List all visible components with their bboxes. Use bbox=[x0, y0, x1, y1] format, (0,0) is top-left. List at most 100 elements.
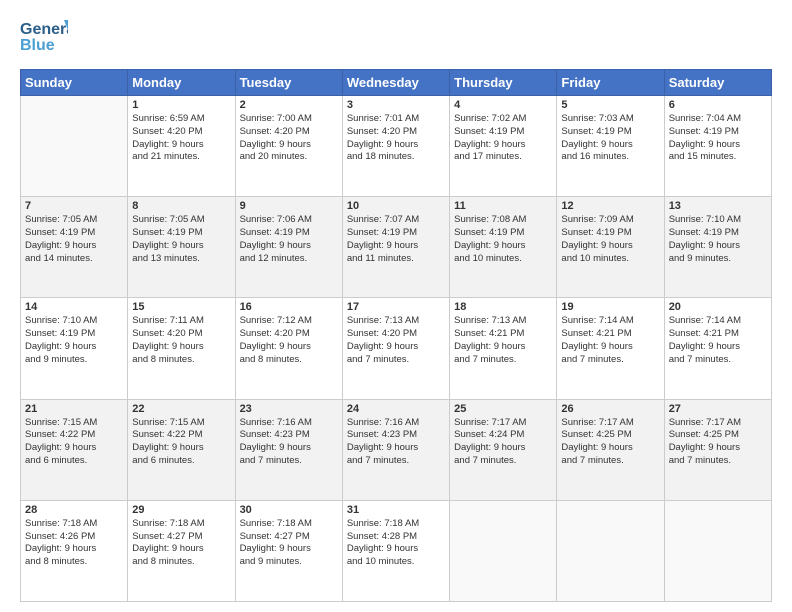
calendar-cell: 6 Sunrise: 7:04 AM Sunset: 4:19 PM Daylig… bbox=[664, 96, 771, 197]
day-number: 29 bbox=[132, 504, 230, 516]
cell-content: Sunrise: 7:10 AM Sunset: 4:19 PM Dayligh… bbox=[669, 214, 767, 265]
day-number: 27 bbox=[669, 403, 767, 415]
calendar-cell: 8 Sunrise: 7:05 AM Sunset: 4:19 PM Daylig… bbox=[128, 197, 235, 298]
cell-content: Sunrise: 7:05 AM Sunset: 4:19 PM Dayligh… bbox=[25, 214, 123, 265]
page: General Blue SundayMondayTuesdayWednesda… bbox=[0, 0, 792, 612]
calendar-cell: 12 Sunrise: 7:09 AM Sunset: 4:19 PM Dayli… bbox=[557, 197, 664, 298]
day-number: 6 bbox=[669, 99, 767, 111]
col-header-thursday: Thursday bbox=[450, 70, 557, 96]
cell-content: Sunrise: 7:01 AM Sunset: 4:20 PM Dayligh… bbox=[347, 113, 445, 164]
calendar-cell: 3 Sunrise: 7:01 AM Sunset: 4:20 PM Daylig… bbox=[342, 96, 449, 197]
svg-text:General: General bbox=[20, 21, 68, 38]
cell-content: Sunrise: 7:13 AM Sunset: 4:21 PM Dayligh… bbox=[454, 315, 552, 366]
cell-content: Sunrise: 7:18 AM Sunset: 4:27 PM Dayligh… bbox=[132, 518, 230, 569]
day-number: 18 bbox=[454, 301, 552, 313]
calendar-cell: 11 Sunrise: 7:08 AM Sunset: 4:19 PM Dayli… bbox=[450, 197, 557, 298]
cell-content: Sunrise: 6:59 AM Sunset: 4:20 PM Dayligh… bbox=[132, 113, 230, 164]
cell-content: Sunrise: 7:14 AM Sunset: 4:21 PM Dayligh… bbox=[669, 315, 767, 366]
header: General Blue bbox=[20, 16, 772, 61]
day-number: 10 bbox=[347, 200, 445, 212]
calendar-cell bbox=[664, 500, 771, 601]
cell-content: Sunrise: 7:15 AM Sunset: 4:22 PM Dayligh… bbox=[25, 417, 123, 468]
calendar-cell: 20 Sunrise: 7:14 AM Sunset: 4:21 PM Dayli… bbox=[664, 298, 771, 399]
day-number: 31 bbox=[347, 504, 445, 516]
cell-content: Sunrise: 7:08 AM Sunset: 4:19 PM Dayligh… bbox=[454, 214, 552, 265]
calendar-cell: 19 Sunrise: 7:14 AM Sunset: 4:21 PM Dayli… bbox=[557, 298, 664, 399]
calendar-cell: 18 Sunrise: 7:13 AM Sunset: 4:21 PM Dayli… bbox=[450, 298, 557, 399]
calendar-cell: 29 Sunrise: 7:18 AM Sunset: 4:27 PM Dayli… bbox=[128, 500, 235, 601]
day-number: 22 bbox=[132, 403, 230, 415]
calendar-cell: 5Sunrise: 7:03 AM Sunset: 4:19 PM Daylig… bbox=[557, 96, 664, 197]
calendar-cell: 30 Sunrise: 7:18 AM Sunset: 4:27 PM Dayli… bbox=[235, 500, 342, 601]
col-header-saturday: Saturday bbox=[664, 70, 771, 96]
cell-content: Sunrise: 7:02 AM Sunset: 4:19 PM Dayligh… bbox=[454, 113, 552, 164]
cell-content: Sunrise: 7:18 AM Sunset: 4:28 PM Dayligh… bbox=[347, 518, 445, 569]
cell-content: Sunrise: 7:17 AM Sunset: 4:25 PM Dayligh… bbox=[561, 417, 659, 468]
calendar-week-0: 1 Sunrise: 6:59 AM Sunset: 4:20 PM Daylig… bbox=[21, 96, 772, 197]
cell-content: Sunrise: 7:11 AM Sunset: 4:20 PM Dayligh… bbox=[132, 315, 230, 366]
day-number: 30 bbox=[240, 504, 338, 516]
cell-content: Sunrise: 7:07 AM Sunset: 4:19 PM Dayligh… bbox=[347, 214, 445, 265]
calendar-week-1: 7 Sunrise: 7:05 AM Sunset: 4:19 PM Daylig… bbox=[21, 197, 772, 298]
cell-content: Sunrise: 7:15 AM Sunset: 4:22 PM Dayligh… bbox=[132, 417, 230, 468]
calendar-week-3: 21Sunrise: 7:15 AM Sunset: 4:22 PM Dayli… bbox=[21, 399, 772, 500]
day-number: 1 bbox=[132, 99, 230, 111]
calendar-cell: 17Sunrise: 7:13 AM Sunset: 4:20 PM Dayli… bbox=[342, 298, 449, 399]
day-number: 20 bbox=[669, 301, 767, 313]
day-number: 15 bbox=[132, 301, 230, 313]
cell-content: Sunrise: 7:16 AM Sunset: 4:23 PM Dayligh… bbox=[347, 417, 445, 468]
day-number: 13 bbox=[669, 200, 767, 212]
day-number: 8 bbox=[132, 200, 230, 212]
calendar-cell: 22 Sunrise: 7:15 AM Sunset: 4:22 PM Dayli… bbox=[128, 399, 235, 500]
calendar-cell bbox=[21, 96, 128, 197]
calendar-cell: 1 Sunrise: 6:59 AM Sunset: 4:20 PM Daylig… bbox=[128, 96, 235, 197]
calendar-cell: 10 Sunrise: 7:07 AM Sunset: 4:19 PM Dayli… bbox=[342, 197, 449, 298]
cell-content: Sunrise: 7:13 AM Sunset: 4:20 PM Dayligh… bbox=[347, 315, 445, 366]
cell-content: Sunrise: 7:05 AM Sunset: 4:19 PM Dayligh… bbox=[132, 214, 230, 265]
day-number: 19 bbox=[561, 301, 659, 313]
calendar-cell: 26 Sunrise: 7:17 AM Sunset: 4:25 PM Dayli… bbox=[557, 399, 664, 500]
cell-content: Sunrise: 7:16 AM Sunset: 4:23 PM Dayligh… bbox=[240, 417, 338, 468]
cell-content: Sunrise: 7:18 AM Sunset: 4:26 PM Dayligh… bbox=[25, 518, 123, 569]
calendar-week-4: 28 Sunrise: 7:18 AM Sunset: 4:26 PM Dayli… bbox=[21, 500, 772, 601]
cell-content: Sunrise: 7:09 AM Sunset: 4:19 PM Dayligh… bbox=[561, 214, 659, 265]
logo-icon: General Blue bbox=[20, 16, 68, 56]
cell-content: Sunrise: 7:00 AM Sunset: 4:20 PM Dayligh… bbox=[240, 113, 338, 164]
calendar-cell: 4 Sunrise: 7:02 AM Sunset: 4:19 PM Daylig… bbox=[450, 96, 557, 197]
col-header-friday: Friday bbox=[557, 70, 664, 96]
calendar: SundayMondayTuesdayWednesdayThursdayFrid… bbox=[20, 69, 772, 602]
col-header-wednesday: Wednesday bbox=[342, 70, 449, 96]
day-number: 25 bbox=[454, 403, 552, 415]
day-number: 11 bbox=[454, 200, 552, 212]
cell-content: Sunrise: 7:06 AM Sunset: 4:19 PM Dayligh… bbox=[240, 214, 338, 265]
svg-text:Blue: Blue bbox=[20, 37, 55, 54]
day-number: 14 bbox=[25, 301, 123, 313]
col-header-sunday: Sunday bbox=[21, 70, 128, 96]
cell-content: Sunrise: 7:10 AM Sunset: 4:19 PM Dayligh… bbox=[25, 315, 123, 366]
calendar-cell: 15 Sunrise: 7:11 AM Sunset: 4:20 PM Dayli… bbox=[128, 298, 235, 399]
day-number: 23 bbox=[240, 403, 338, 415]
cell-content: Sunrise: 7:17 AM Sunset: 4:24 PM Dayligh… bbox=[454, 417, 552, 468]
cell-content: Sunrise: 7:14 AM Sunset: 4:21 PM Dayligh… bbox=[561, 315, 659, 366]
calendar-cell bbox=[557, 500, 664, 601]
cell-content: Sunrise: 7:17 AM Sunset: 4:25 PM Dayligh… bbox=[669, 417, 767, 468]
calendar-cell: 2Sunrise: 7:00 AM Sunset: 4:20 PM Daylig… bbox=[235, 96, 342, 197]
calendar-cell: 24Sunrise: 7:16 AM Sunset: 4:23 PM Dayli… bbox=[342, 399, 449, 500]
cell-content: Sunrise: 7:18 AM Sunset: 4:27 PM Dayligh… bbox=[240, 518, 338, 569]
day-number: 16 bbox=[240, 301, 338, 313]
day-number: 26 bbox=[561, 403, 659, 415]
cell-content: Sunrise: 7:04 AM Sunset: 4:19 PM Dayligh… bbox=[669, 113, 767, 164]
calendar-cell: 31 Sunrise: 7:18 AM Sunset: 4:28 PM Dayli… bbox=[342, 500, 449, 601]
calendar-cell bbox=[450, 500, 557, 601]
day-number: 3 bbox=[347, 99, 445, 111]
calendar-week-2: 14 Sunrise: 7:10 AM Sunset: 4:19 PM Dayli… bbox=[21, 298, 772, 399]
calendar-cell: 14 Sunrise: 7:10 AM Sunset: 4:19 PM Dayli… bbox=[21, 298, 128, 399]
day-number: 7 bbox=[25, 200, 123, 212]
logo: General Blue bbox=[20, 16, 68, 61]
day-number: 12 bbox=[561, 200, 659, 212]
day-number: 28 bbox=[25, 504, 123, 516]
calendar-cell: 16Sunrise: 7:12 AM Sunset: 4:20 PM Dayli… bbox=[235, 298, 342, 399]
calendar-cell: 21Sunrise: 7:15 AM Sunset: 4:22 PM Dayli… bbox=[21, 399, 128, 500]
day-number: 4 bbox=[454, 99, 552, 111]
calendar-cell: 7 Sunrise: 7:05 AM Sunset: 4:19 PM Daylig… bbox=[21, 197, 128, 298]
